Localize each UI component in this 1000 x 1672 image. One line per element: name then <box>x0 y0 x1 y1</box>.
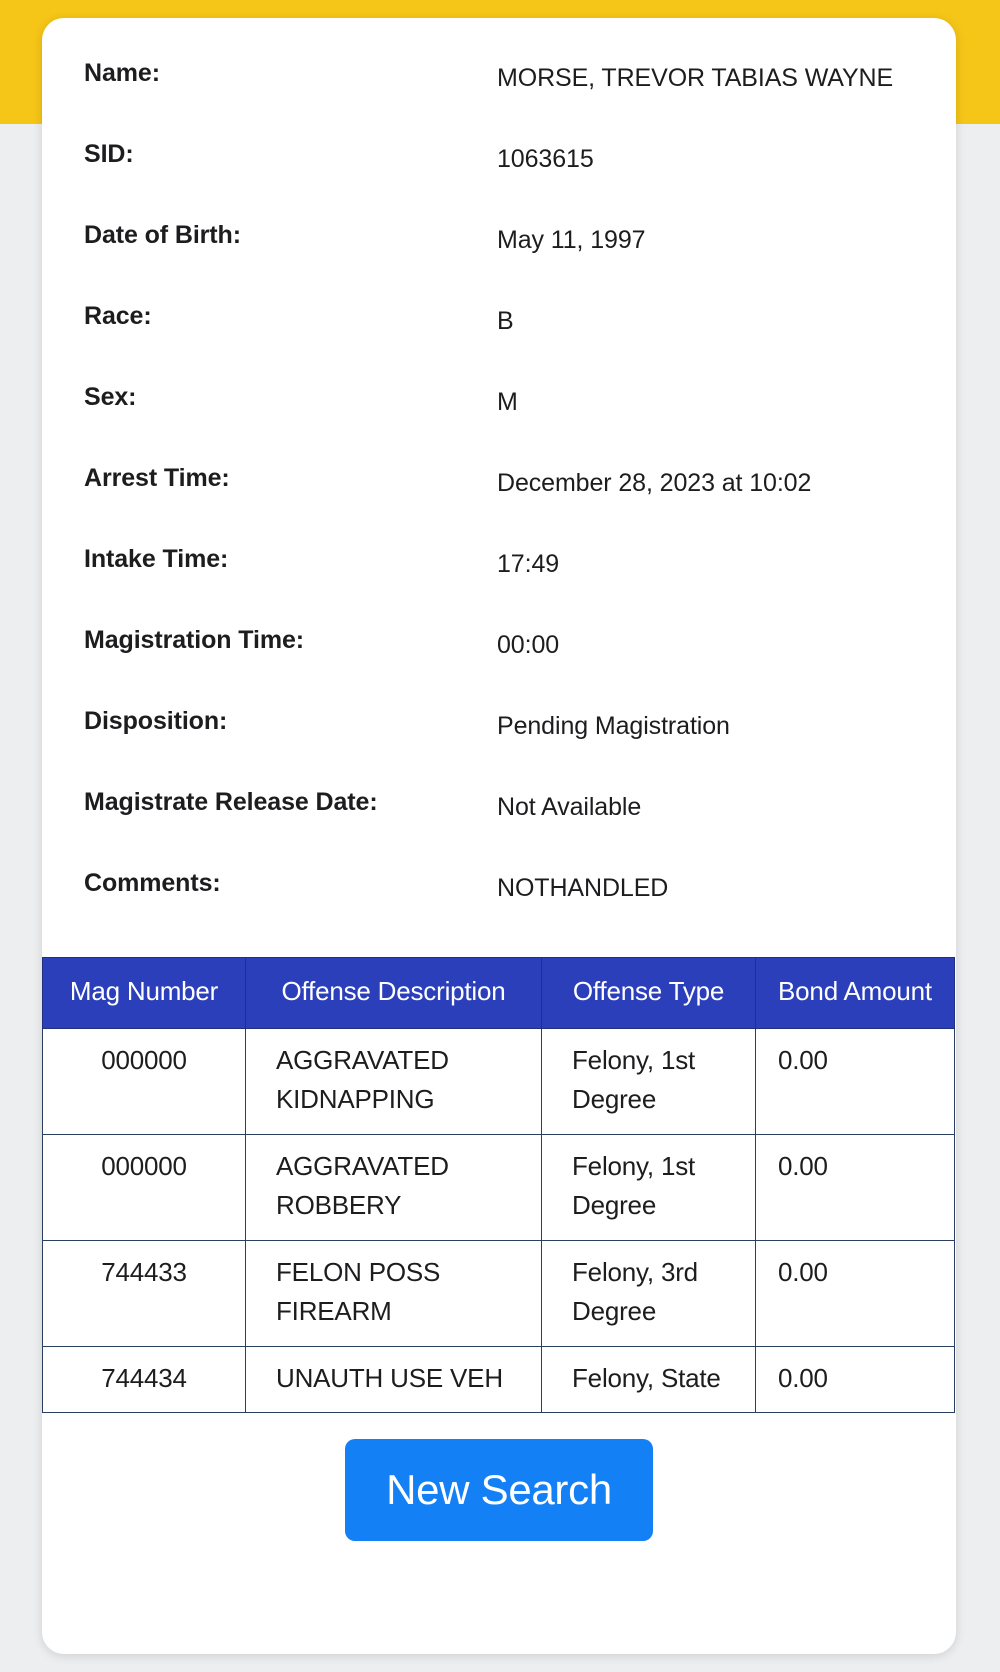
detail-value-disposition: Pending Magistration <box>497 712 730 740</box>
column-header-offense-description[interactable]: Offense Description <box>245 957 542 1029</box>
cell-offense-type: Felony, 1st Degree <box>541 1133 756 1241</box>
detail-row-sid: SID: 1063615 <box>68 125 930 206</box>
cell-bond-amount: 0.00 <box>755 1345 955 1414</box>
detail-row-arrest-time: Arrest Time: December 28, 2023 at 10:02 <box>68 449 930 530</box>
detail-row-date-of-birth: Date of Birth: May 11, 1997 <box>68 206 930 287</box>
cell-bond-amount: 0.00 <box>755 1027 955 1135</box>
cell-offense-description: FELON POSS FIREARM <box>245 1239 542 1347</box>
detail-value-arrest-time: December 28, 2023 at 10:02 <box>497 469 812 497</box>
detail-label-sid: SID: <box>84 140 134 168</box>
cell-mag-number: 000000 <box>42 1027 246 1135</box>
new-search-button[interactable]: New Search <box>345 1439 653 1542</box>
detail-label-sex: Sex: <box>84 383 137 411</box>
offense-table-head: Mag Number Offense Description Offense T… <box>42 957 955 1029</box>
detail-value-race: B <box>497 307 514 335</box>
table-row: 744433 FELON POSS FIREARM Felony, 3rd De… <box>42 1239 955 1347</box>
table-row: 000000 AGGRAVATED ROBBERY Felony, 1st De… <box>42 1133 955 1241</box>
detail-value-magistrate-release-date: Not Available <box>497 793 642 821</box>
table-row: 000000 AGGRAVATED KIDNAPPING Felony, 1st… <box>42 1027 955 1135</box>
detail-value-date-of-birth: May 11, 1997 <box>497 226 646 254</box>
cell-offense-description: AGGRAVATED ROBBERY <box>245 1133 542 1241</box>
offense-table-header-row: Mag Number Offense Description Offense T… <box>42 957 955 1029</box>
record-details-body: Name: MORSE, TREVOR TABIAS WAYNE SID: 10… <box>68 44 930 935</box>
cell-offense-type: Felony, 3rd Degree <box>541 1239 756 1347</box>
detail-row-intake-time: Intake Time: 17:49 <box>68 530 930 611</box>
cell-mag-number: 744433 <box>42 1239 246 1347</box>
detail-label-intake-time: Intake Time: <box>84 545 229 573</box>
detail-label-disposition: Disposition: <box>84 707 228 735</box>
detail-row-magistration-time: Magistration Time: 00:00 <box>68 611 930 692</box>
detail-value-sex: M <box>497 388 518 416</box>
detail-label-race: Race: <box>84 302 152 330</box>
detail-row-name: Name: MORSE, TREVOR TABIAS WAYNE <box>68 44 930 125</box>
detail-row-magistrate-release-date: Magistrate Release Date: Not Available <box>68 773 930 854</box>
detail-value-comments: NOTHANDLED <box>497 874 669 902</box>
cell-mag-number: 744434 <box>42 1345 246 1414</box>
column-header-mag-number[interactable]: Mag Number <box>42 957 246 1029</box>
cell-offense-description: UNAUTH USE VEH <box>245 1345 542 1414</box>
cell-offense-description: AGGRAVATED KIDNAPPING <box>245 1027 542 1135</box>
detail-row-disposition: Disposition: Pending Magistration <box>68 692 930 773</box>
detail-value-name: MORSE, TREVOR TABIAS WAYNE <box>497 64 894 92</box>
detail-row-comments: Comments: NOTHANDLED <box>68 854 930 935</box>
cell-mag-number: 000000 <box>42 1133 246 1241</box>
detail-row-race: Race: B <box>68 287 930 368</box>
cell-bond-amount: 0.00 <box>755 1133 955 1241</box>
offense-table: Mag Number Offense Description Offense T… <box>42 957 955 1414</box>
detail-value-sid: 1063615 <box>497 145 594 173</box>
action-bar: New Search <box>68 1413 930 1542</box>
detail-label-name: Name: <box>84 59 160 87</box>
column-header-offense-type[interactable]: Offense Type <box>541 957 756 1029</box>
cell-offense-type: Felony, 1st Degree <box>541 1027 756 1135</box>
detail-row-sex: Sex: M <box>68 368 930 449</box>
detail-value-intake-time: 17:49 <box>497 550 560 578</box>
detail-label-magistrate-release-date: Magistrate Release Date: <box>84 788 378 816</box>
detail-label-magistration-time: Magistration Time: <box>84 626 304 654</box>
table-row: 744434 UNAUTH USE VEH Felony, State 0.00 <box>42 1345 955 1414</box>
record-details-table: Name: MORSE, TREVOR TABIAS WAYNE SID: 10… <box>68 44 930 935</box>
offense-table-body: 000000 AGGRAVATED KIDNAPPING Felony, 1st… <box>42 1027 955 1414</box>
offense-table-wrapper: Mag Number Offense Description Offense T… <box>42 957 955 1414</box>
card-content: Name: MORSE, TREVOR TABIAS WAYNE SID: 10… <box>42 18 956 1542</box>
detail-label-arrest-time: Arrest Time: <box>84 464 230 492</box>
cell-offense-type: Felony, State <box>541 1345 756 1414</box>
detail-label-date-of-birth: Date of Birth: <box>84 221 241 249</box>
detail-value-magistration-time: 00:00 <box>497 631 560 659</box>
column-header-bond-amount[interactable]: Bond Amount <box>755 957 955 1029</box>
page-root: Name: MORSE, TREVOR TABIAS WAYNE SID: 10… <box>0 0 1000 1672</box>
inmate-record-card: Name: MORSE, TREVOR TABIAS WAYNE SID: 10… <box>42 18 956 1654</box>
detail-label-comments: Comments: <box>84 869 221 897</box>
cell-bond-amount: 0.00 <box>755 1239 955 1347</box>
